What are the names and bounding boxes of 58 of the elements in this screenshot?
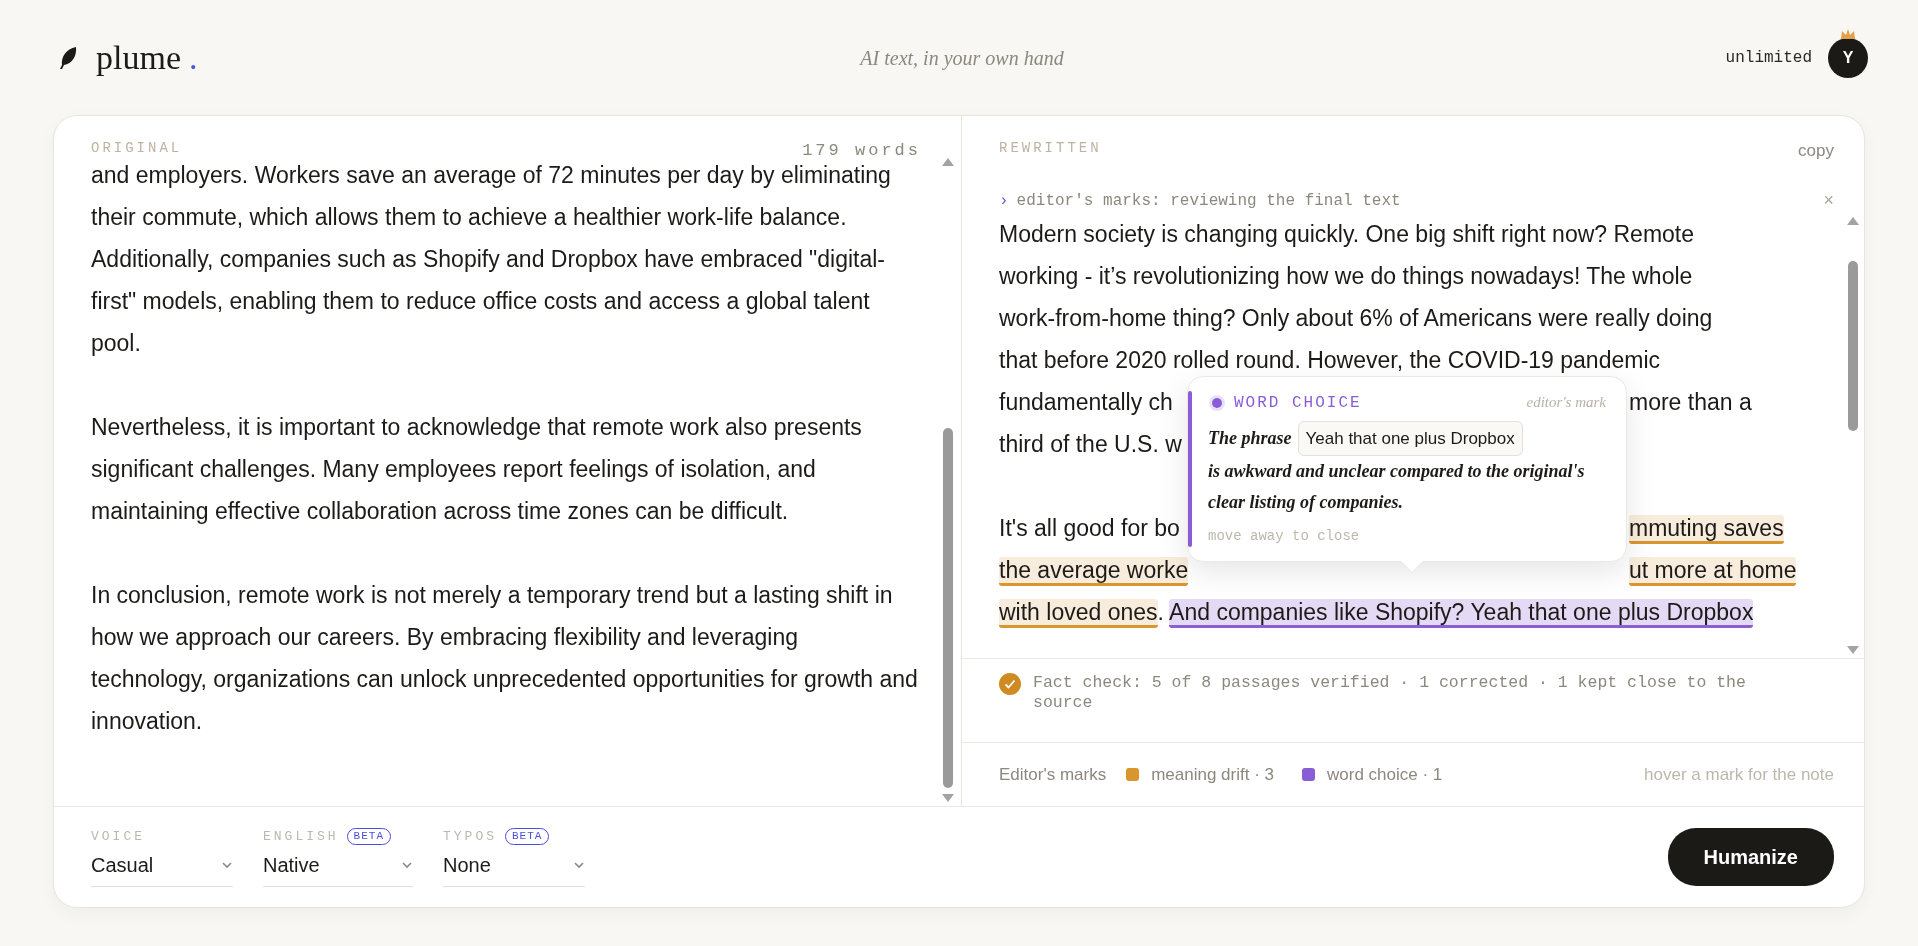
dropdown[interactable]: Native (263, 850, 413, 888)
paragraph: In conclusion, remote work is not merely a temporary trend but a lasting shift in how we approach our careers. By embracing flexibility and leveraging technology, organizations can unlock unprecedented opportunities for growth and innovation. (91, 580, 919, 736)
note-text: The phrase (1208, 426, 1292, 450)
highlighted-text[interactable]: And companies like Shopify? Yeah that one plus Dropbox (1169, 598, 1754, 628)
field-label: ENGLISH (263, 827, 339, 846)
scrollbar-thumb[interactable] (943, 428, 953, 788)
text-line: It's all good for bo (999, 514, 1180, 541)
panel-label: ORIGINAL (91, 139, 183, 158)
tooltip-title: WORD CHOICE (1234, 392, 1362, 414)
tooltip-hint: move away to close (1208, 526, 1361, 546)
fact-check-text: Fact check: 5 of 8 passages verified · 1 corrected · 1 kept close to the source (1033, 673, 1747, 714)
dropdown[interactable]: None (443, 850, 585, 888)
dot-icon (1208, 393, 1226, 412)
word-count: 179 words (802, 140, 921, 162)
text-line: working - it’s revolutionizing how we do things nowadays! The whole (999, 262, 1693, 289)
text-line: that before 2020 rolled round. However, the COVID-19 pandemic (999, 346, 1660, 373)
highlighted-text[interactable]: with loved ones (999, 598, 1158, 628)
panel-label: REWRITTEN (999, 139, 1102, 158)
chevron-down-icon (221, 860, 233, 871)
legend-item: meaning drift · 3 (1151, 763, 1274, 786)
dropdown[interactable]: Casual (91, 850, 233, 888)
highlighted-text[interactable]: mmuting saves (1629, 514, 1784, 544)
scroll-down-icon[interactable] (1847, 646, 1859, 654)
logo-text: plume (96, 40, 181, 75)
highlighted-text[interactable]: ut more at home (1629, 556, 1797, 586)
paragraph: Nevertheless, it is important to acknowledge that remote work also presents significant challenges. Many employees report feelings of isolation, and maintaining effective collaboration across time zones can be difficult. (91, 412, 863, 526)
text-line: third of the U.S. w (999, 430, 1182, 457)
scroll-up-icon[interactable] (1847, 216, 1859, 225)
chevron-down-icon (401, 860, 413, 871)
field-label: TYPOS (443, 827, 497, 846)
text-line: more than a (1629, 388, 1752, 415)
chevron-down-icon (573, 860, 585, 871)
prompt-icon: › (999, 188, 1009, 213)
legend-label: Editor's marks (999, 763, 1107, 786)
scrollbar-thumb[interactable] (1848, 260, 1858, 431)
tagline: AI text, in your own hand (860, 46, 1064, 69)
paragraph: and employers. Workers save an average of 72 minutes per day by eliminating their commute, which allows them to achieve a healthier work-life balance. Additionally, companies such as Shopify and Dropbox have embraced "digital-first" models, enabling them to reduce office costs and access a global talent pool. (91, 160, 892, 358)
crown-icon (1840, 27, 1856, 40)
logo-dot: . (189, 40, 198, 75)
text-line: fundamentally ch (999, 388, 1173, 415)
field-label: VOICE (91, 827, 145, 846)
scroll-down-icon[interactable] (942, 794, 954, 802)
check-icon (999, 673, 1021, 695)
plan-label: unlimited (1725, 47, 1812, 69)
text-line: Modern society is changing quickly. One big shift right now? Remote (999, 220, 1695, 247)
text-line: . (1157, 598, 1165, 625)
text-line: work-from-home thing? Only about 6% of Americans were really doing (999, 304, 1713, 331)
legend-item: word choice · 1 (1327, 763, 1443, 786)
note-text: is awkward and unclear compared to the original's clear listing of companies. (1208, 459, 1586, 514)
phrase-chip: Yeah that one plus Dropbox (1297, 420, 1523, 456)
tooltip-source: editor's mark (1526, 393, 1606, 413)
avatar[interactable]: Y (1828, 37, 1868, 78)
scroll-up-icon[interactable] (942, 157, 954, 166)
humanize-button[interactable]: Humanize (1667, 828, 1834, 886)
legend-hint: hover a mark for the note (1644, 763, 1834, 786)
copy-link[interactable]: copy (1798, 138, 1834, 164)
highlighted-text[interactable]: the average worke (999, 556, 1189, 586)
status-text: editor's marks: reviewing the final text (1016, 190, 1401, 212)
